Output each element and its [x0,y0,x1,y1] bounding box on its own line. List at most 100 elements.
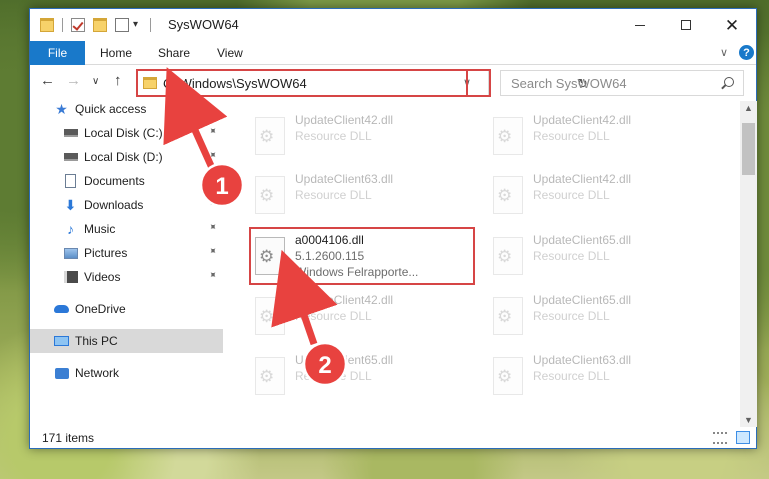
file-list: UpdateClient42.dll Resource DLL UpdateClie… [250,105,740,415]
address-bar[interactable]: C:\Windows\SysWOW64 ∨ ↻ [137,70,588,96]
pin-icon[interactable]: ✦ [205,197,219,211]
file-item[interactable]: UpdateClient63.dll Resource DLL [488,349,718,407]
new-folder-icon[interactable] [93,18,107,32]
drive-icon [63,150,78,164]
sidebar-item-downloads[interactable]: ⬇ Downloads ✦ [30,193,223,217]
file-item[interactable]: UpdateClient42.dll Resource DLL [488,109,718,167]
address-path[interactable]: C:\Windows\SysWOW64 [163,76,307,91]
address-dropdown-icon[interactable]: ∨ [463,76,471,89]
file-name: a0004106.dll [295,233,364,247]
scroll-down-icon[interactable]: ▼ [744,415,753,425]
file-name: UpdateClient63.dll [533,353,632,367]
window-title: SysWOW64 [168,17,239,32]
sidebar-item-label: This PC [75,334,118,348]
scroll-up-icon[interactable]: ▲ [744,103,753,113]
pictures-icon [63,246,78,260]
star-icon: ★ [55,100,68,117]
sidebar-item-this-pc[interactable]: This PC [30,329,223,353]
network-icon [54,366,69,380]
download-icon: ⬇ [64,196,77,213]
file-name: UpdateClient42.dll [295,293,394,307]
sidebar-item-label: Quick access [75,102,147,116]
tab-share[interactable]: Share [158,46,190,60]
documents-icon [63,174,78,188]
up-button[interactable]: ↑ [114,72,122,89]
sidebar-item-pictures[interactable]: Pictures ✦ [30,241,223,265]
search-icon[interactable] [724,77,734,87]
file-item-selected[interactable]: a0004106.dll 5.1.2600.115 Windows Felrappo… [250,229,480,287]
dll-file-icon [493,237,523,275]
help-icon[interactable]: ? [739,45,754,60]
file-type: Resource DLL [295,129,372,143]
close-button[interactable]: ✕ [709,9,755,41]
navigation-bar: ← → ∨ ↑ C:\Windows\SysWOW64 ∨ ↻ Search S… [30,67,756,97]
file-item[interactable]: UpdateClient63.dll Resource DLL [250,168,480,226]
vertical-scrollbar[interactable]: ▲ ▼ [740,101,757,427]
minimize-icon [635,24,645,26]
sidebar-item-label: Local Disk (D:) [84,150,163,164]
dll-file-icon [255,237,285,275]
pin-icon[interactable]: ✦ [205,173,219,187]
sidebar-item-network[interactable]: Network [30,361,223,385]
file-type: Resource DLL [533,188,610,202]
search-box[interactable]: Search SysWOW64 [500,70,744,96]
music-icon: ♪ [67,221,74,237]
dll-file-icon [255,357,285,395]
sidebar-item-local-disk-d[interactable]: Local Disk (D:) ✦ [30,145,223,169]
maximize-icon [681,20,691,30]
properties-icon[interactable] [71,18,85,32]
file-name: UpdateClient42.dll [295,113,394,127]
back-button[interactable]: ← [40,72,55,89]
item-count: 171 items [42,431,95,445]
sidebar-item-music[interactable]: ♪ Music ✦ [30,217,223,241]
pin-icon[interactable]: ✦ [205,125,219,139]
file-name: UpdateClient65.dll [533,233,632,247]
scroll-thumb[interactable] [742,123,755,175]
file-item[interactable]: UpdateClient42.dll Resource DLL [488,168,718,226]
forward-button[interactable]: → [66,72,81,89]
sidebar-item-documents[interactable]: Documents ✦ [30,169,223,193]
search-input[interactable]: Search SysWOW64 [511,76,627,91]
sidebar-item-onedrive[interactable]: OneDrive [30,297,223,321]
customize-quick-access-icon[interactable] [115,18,129,32]
expand-ribbon-icon[interactable]: ∨ [720,46,728,59]
quick-access-dropdown-icon[interactable]: ▾ [133,19,138,30]
ribbon-tabs: File Home Share View ∨ ? [30,41,756,65]
file-type: Resource DLL [295,309,372,323]
videos-icon [63,270,78,284]
sidebar-item-label: Network [75,366,120,380]
pin-icon[interactable]: ✦ [205,269,219,283]
file-item[interactable]: UpdateClient42.dll Resource DLL [250,289,480,347]
pin-icon[interactable]: ✦ [205,245,219,259]
large-icons-view-icon[interactable] [736,431,750,444]
dll-file-icon [493,297,523,335]
file-name: UpdateClient63.dll [295,172,394,186]
tab-file[interactable]: File [30,41,85,65]
dll-file-icon [255,117,285,155]
maximize-button[interactable] [663,9,709,41]
sidebar-item-local-disk-c[interactable]: Local Disk (C:) ✦ [30,121,223,145]
pin-icon[interactable]: ✦ [205,221,219,235]
file-item[interactable]: UpdateClient42.dll Resource DLL [250,109,480,167]
details-view-icon[interactable] [713,432,727,444]
file-item[interactable]: UpdateClient65.dll Resource DLL [488,289,718,347]
sidebar-item-videos[interactable]: Videos ✦ [30,265,223,289]
this-pc-icon [54,334,69,348]
onedrive-icon [54,302,69,316]
file-item[interactable]: UpdateClient65.dll Resource DLL [250,349,480,407]
dll-file-icon [493,117,523,155]
folder-icon[interactable] [40,18,54,32]
recent-locations-button[interactable]: ∨ [92,76,99,87]
file-name: UpdateClient65.dll [533,293,632,307]
pin-icon[interactable]: ✦ [205,149,219,163]
navigation-pane: ★ Quick access Local Disk (C:) ✦ Local Disk … [30,101,223,409]
file-name: UpdateClient65.dll [295,353,394,367]
minimize-button[interactable] [617,9,663,41]
sidebar-item-quick-access[interactable]: ★ Quick access [30,97,223,121]
title-bar: ▾ SysWOW64 ✕ [30,9,756,41]
file-item[interactable]: UpdateClient65.dll Resource DLL [488,229,718,287]
file-type: Resource DLL [533,309,610,323]
status-bar: 171 items [30,427,756,449]
tab-view[interactable]: View [217,46,243,60]
tab-home[interactable]: Home [100,46,132,60]
